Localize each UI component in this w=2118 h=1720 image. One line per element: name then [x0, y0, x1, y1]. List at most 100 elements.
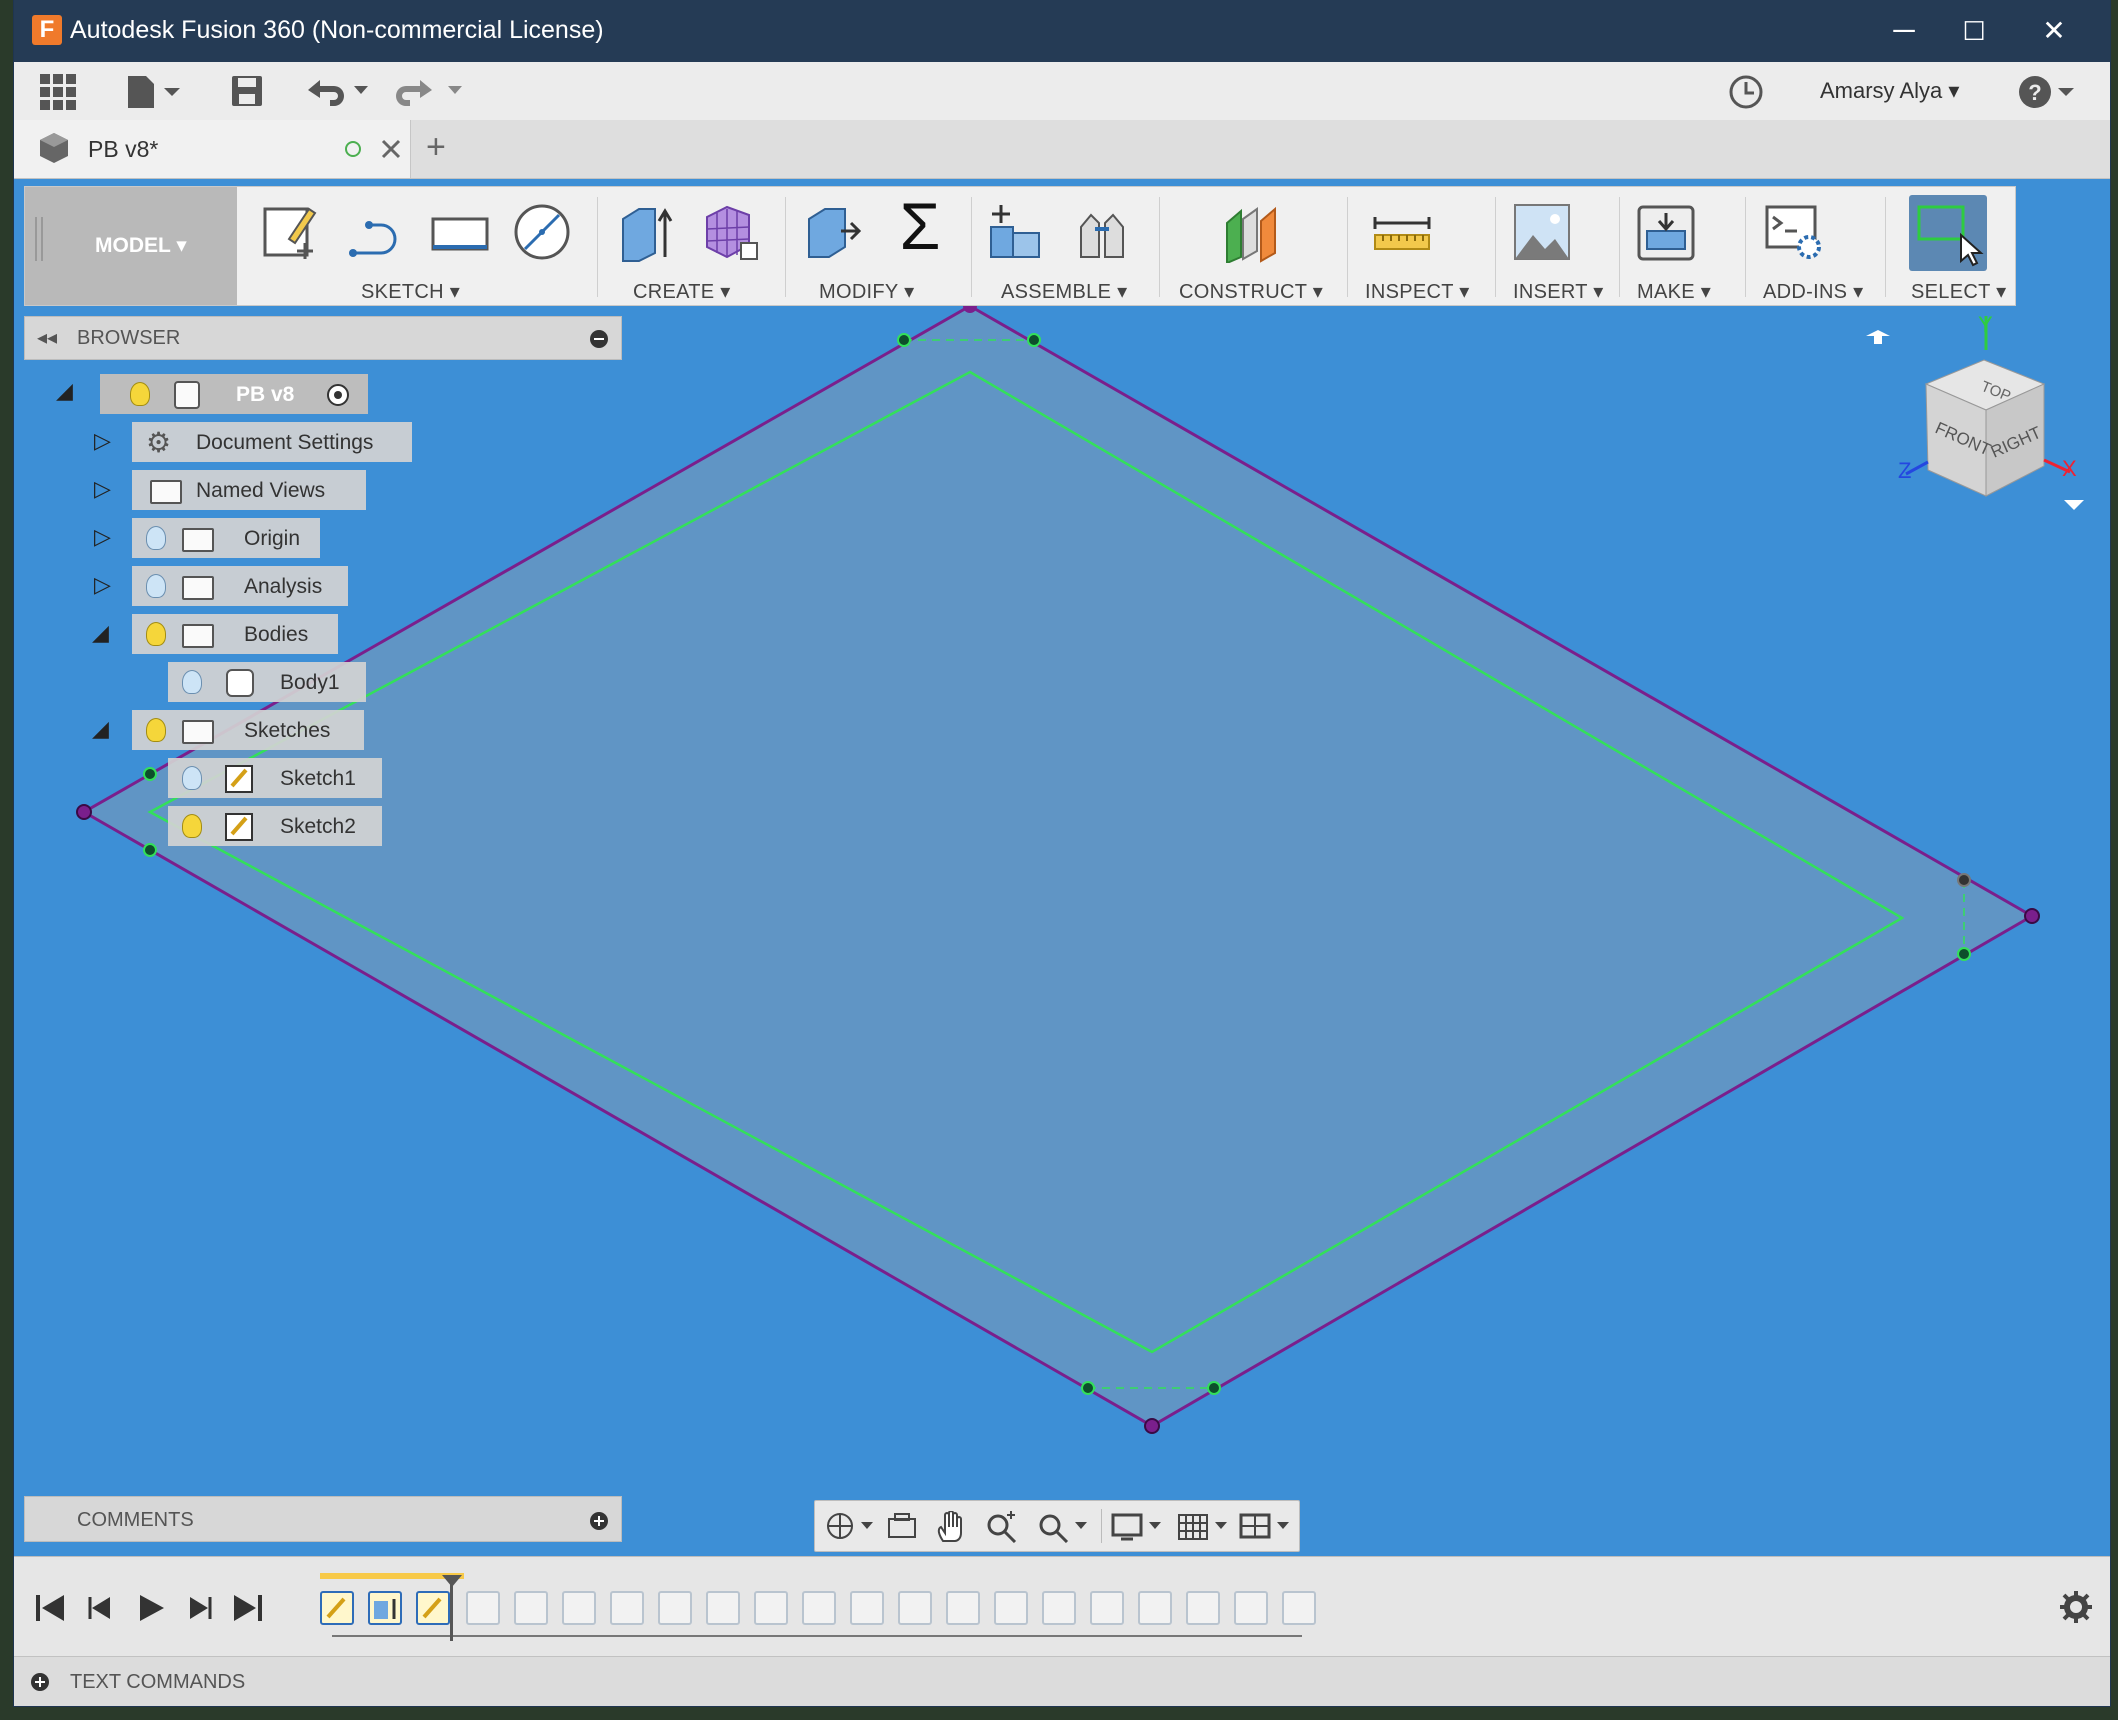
create-sketch-icon[interactable] — [261, 201, 323, 263]
joint-icon[interactable] — [1071, 201, 1133, 263]
timeline-sketch-feature-icon[interactable] — [320, 1591, 354, 1625]
inspect-menu[interactable]: INSPECT ▾ — [1365, 279, 1470, 304]
zoom-icon[interactable] — [985, 1511, 1019, 1543]
press-pull-icon[interactable] — [801, 201, 863, 263]
attached-canvas-icon[interactable] — [1511, 201, 1573, 263]
construct-menu[interactable]: CONSTRUCT ▾ — [1179, 279, 1323, 304]
create-menu[interactable]: CREATE ▾ — [633, 279, 731, 304]
sketch-profile-outline[interactable] — [80, 304, 2036, 1428]
timeline-suppressed-feature-icon[interactable] — [610, 1591, 644, 1625]
scripts-addins-icon[interactable] — [1763, 201, 1825, 263]
timeline-sketch-feature-icon[interactable] — [416, 1591, 450, 1625]
extrude-icon[interactable] — [617, 201, 679, 263]
parameters-sigma-icon[interactable]: Σ — [889, 193, 951, 259]
orbit-icon[interactable] — [825, 1511, 875, 1541]
viewports-icon[interactable] — [1239, 1511, 1295, 1543]
make-menu[interactable]: MAKE ▾ — [1637, 279, 1711, 304]
visibility-bulb-icon[interactable] — [182, 814, 202, 838]
timeline-suppressed-feature-icon[interactable] — [1138, 1591, 1172, 1625]
sketch-menu[interactable]: SKETCH ▾ — [361, 279, 460, 304]
visibility-bulb-icon[interactable] — [146, 622, 166, 646]
timeline-extrude-feature-icon[interactable] — [368, 1591, 402, 1625]
fit-zoom-icon[interactable] — [1037, 1511, 1093, 1543]
new-component-icon[interactable] — [985, 201, 1047, 263]
comments-panel-header[interactable]: COMMENTS — [24, 1496, 622, 1542]
offset-plane-icon[interactable] — [1221, 201, 1283, 263]
expand-arrow-icon[interactable]: ▷ — [94, 524, 111, 550]
browser-root-node[interactable]: PB v8 — [100, 374, 368, 414]
modify-menu[interactable]: MODIFY ▾ — [819, 279, 914, 304]
browser-node-bodies[interactable]: Bodies — [132, 614, 338, 654]
timeline-suppressed-feature-icon[interactable] — [946, 1591, 980, 1625]
step-forward-icon[interactable] — [182, 1591, 216, 1625]
expand-arrow-icon[interactable]: ▷ — [94, 428, 111, 454]
browser-node-document-settings[interactable]: ⚙ Document Settings — [132, 422, 412, 462]
collapse-arrow-icon[interactable]: ◢ — [92, 716, 109, 742]
timeline-suppressed-feature-icon[interactable] — [898, 1591, 932, 1625]
step-back-icon[interactable] — [84, 1591, 118, 1625]
line-tool-icon[interactable] — [345, 201, 407, 263]
timeline-suppressed-feature-icon[interactable] — [658, 1591, 692, 1625]
select-tool-button[interactable] — [1909, 195, 1987, 271]
browser-node-sketch2[interactable]: Sketch2 — [168, 806, 382, 846]
browser-node-origin[interactable]: Origin — [132, 518, 320, 558]
assemble-menu[interactable]: ASSEMBLE ▾ — [1001, 279, 1127, 304]
visibility-bulb-icon[interactable] — [130, 382, 150, 406]
visibility-bulb-icon[interactable] — [182, 766, 202, 790]
display-settings-icon[interactable] — [1111, 1511, 1167, 1543]
timeline-suppressed-feature-icon[interactable] — [562, 1591, 596, 1625]
add-comment-icon[interactable] — [589, 1511, 609, 1531]
add-ins-menu[interactable]: ADD-INS ▾ — [1763, 279, 1864, 304]
timeline-suppressed-feature-icon[interactable] — [1282, 1591, 1316, 1625]
timeline-suppressed-feature-icon[interactable] — [1234, 1591, 1268, 1625]
visibility-bulb-icon[interactable] — [146, 718, 166, 742]
timeline-suppressed-feature-icon[interactable] — [754, 1591, 788, 1625]
collapse-root-icon[interactable]: ◢ — [56, 378, 73, 404]
expand-arrow-icon[interactable]: ▷ — [94, 476, 111, 502]
measure-icon[interactable] — [1371, 201, 1433, 263]
timeline-suppressed-feature-icon[interactable] — [802, 1591, 836, 1625]
text-commands-bar[interactable]: TEXT COMMANDS — [14, 1656, 2110, 1706]
browser-node-named-views[interactable]: Named Views — [132, 470, 366, 510]
timeline-suppressed-feature-icon[interactable] — [1186, 1591, 1220, 1625]
grid-settings-icon[interactable] — [1177, 1511, 1233, 1543]
collapse-arrow-icon[interactable]: ◢ — [92, 620, 109, 646]
circle-tool-icon[interactable] — [511, 201, 573, 263]
collapse-browser-icon[interactable]: ◂◂ — [37, 325, 57, 350]
viewcube-menu-icon[interactable] — [2064, 500, 2084, 510]
select-menu[interactable]: SELECT ▾ — [1911, 279, 2006, 304]
go-to-start-icon[interactable] — [34, 1591, 68, 1625]
view-cube[interactable]: TOP FRONT RIGHT Y X Z — [1866, 312, 2084, 510]
timeline-marker-head-icon[interactable] — [442, 1575, 462, 1589]
look-at-icon[interactable] — [885, 1511, 919, 1541]
timeline-settings-gear-icon[interactable] — [2058, 1589, 2094, 1625]
rectangle-tool-icon[interactable] — [429, 201, 491, 263]
timeline-suppressed-feature-icon[interactable] — [466, 1591, 500, 1625]
browser-node-sketches[interactable]: Sketches — [132, 710, 364, 750]
workspace-switcher[interactable]: MODEL ▾ — [25, 187, 237, 305]
visibility-bulb-icon[interactable] — [146, 574, 166, 598]
browser-node-analysis[interactable]: Analysis — [132, 566, 348, 606]
form-icon[interactable] — [699, 201, 761, 263]
timeline-suppressed-feature-icon[interactable] — [1042, 1591, 1076, 1625]
browser-node-sketch1[interactable]: Sketch1 — [168, 758, 382, 798]
go-to-end-icon[interactable] — [230, 1591, 264, 1625]
home-view-icon[interactable] — [1866, 330, 1890, 344]
play-icon[interactable] — [134, 1591, 168, 1625]
insert-menu[interactable]: INSERT ▾ — [1513, 279, 1604, 304]
timeline-suppressed-feature-icon[interactable] — [994, 1591, 1028, 1625]
expand-text-commands-icon[interactable] — [30, 1672, 50, 1692]
activate-component-icon[interactable] — [326, 383, 350, 407]
browser-panel-header[interactable]: ◂◂ BROWSER — [24, 316, 622, 360]
pan-hand-icon[interactable] — [935, 1511, 969, 1543]
visibility-bulb-icon[interactable] — [182, 670, 202, 694]
browser-node-body1[interactable]: Body1 — [168, 662, 366, 702]
3d-print-icon[interactable] — [1635, 201, 1697, 263]
timeline-suppressed-feature-icon[interactable] — [706, 1591, 740, 1625]
expand-arrow-icon[interactable]: ▷ — [94, 572, 111, 598]
timeline-suppressed-feature-icon[interactable] — [514, 1591, 548, 1625]
visibility-bulb-icon[interactable] — [146, 526, 166, 550]
timeline-suppressed-feature-icon[interactable] — [850, 1591, 884, 1625]
browser-minimize-icon[interactable] — [589, 329, 609, 349]
timeline-suppressed-feature-icon[interactable] — [1090, 1591, 1124, 1625]
